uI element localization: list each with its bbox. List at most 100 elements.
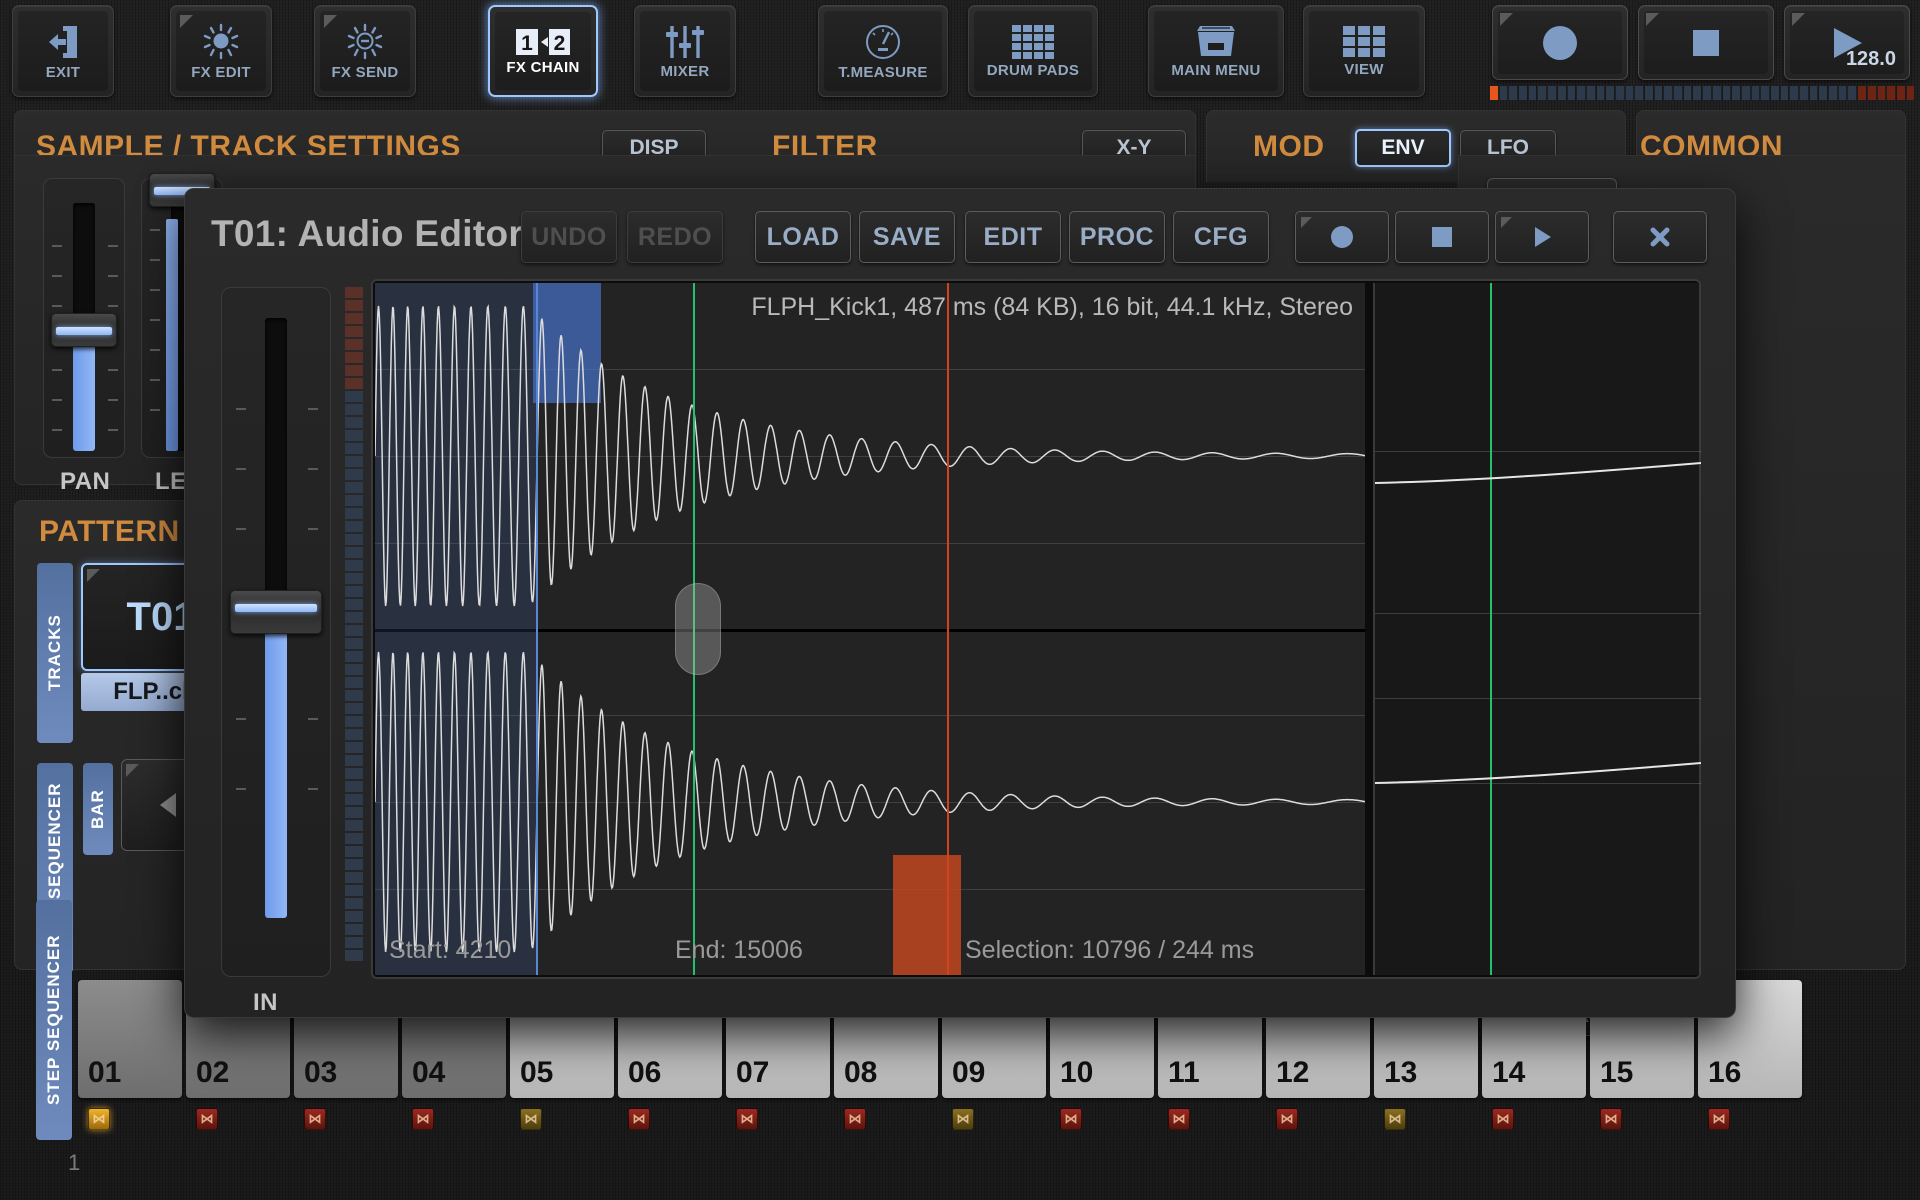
input-meter-cell [345,625,363,636]
step-led[interactable]: ⋈ [952,1108,974,1130]
level-led [1713,86,1721,100]
toolbar-button-mixer[interactable]: MIXER [634,5,736,97]
editor-stop-button[interactable] [1395,211,1489,263]
step-led-glyph: ⋈ [413,1109,433,1129]
corner-indicator-icon [1501,217,1512,228]
toolbar-button-exit[interactable]: EXIT [12,5,114,97]
step-led-glyph: ⋈ [305,1109,325,1129]
editor-proc-button[interactable]: PROC [1069,211,1165,263]
stop-square-icon [1686,23,1726,63]
level-led [1548,86,1556,100]
step-pad-number: 05 [510,1056,553,1098]
step-pad-number: 04 [402,1056,445,1098]
selection-start-text: Start: 4210 [389,936,511,965]
waveform-canvas[interactable]: FLPH_Kick1, 487 ms (84 KB), 16 bit, 44.1… [375,283,1365,975]
level-led [1742,86,1750,100]
start-marker[interactable] [536,283,538,975]
editor-load-button[interactable]: LOAD [755,211,851,263]
level-led [1490,86,1498,100]
toolbar-button-fx-send[interactable]: FX SEND [314,5,416,97]
selection-length-text: Selection: 10796 / 244 ms [965,936,1254,965]
input-meter-cell [345,742,363,753]
input-meter-cell [345,508,363,519]
step-led[interactable]: ⋈ [844,1108,866,1130]
toolbar-button-fx-edit[interactable]: FX EDIT [170,5,272,97]
pattern-title: PATTERN [39,515,180,549]
selection-end-text: End: 15006 [675,936,803,965]
step-led[interactable]: ⋈ [1600,1108,1622,1130]
bar-tab[interactable]: BAR [83,763,113,855]
input-meter-cell [345,482,363,493]
toolbar-label-drum-pads: DRUM PADS [987,62,1079,79]
transport-stop-button[interactable] [1638,5,1774,80]
step-led[interactable]: ⋈ [412,1108,434,1130]
editor-undo-button[interactable]: UNDO [521,211,617,263]
level-led [1858,86,1866,100]
input-meter-cell [345,664,363,675]
input-meter-cell [345,768,363,779]
level-led [1907,86,1915,100]
input-meter-cell [345,716,363,727]
corner-indicator-icon [180,15,193,28]
step-led[interactable]: ⋈ [1168,1108,1190,1130]
step-pad[interactable]: 01 [78,980,182,1098]
level-led [1703,86,1711,100]
toolbar-label-fx-send: FX SEND [331,64,398,81]
step-led[interactable]: ⋈ [196,1108,218,1130]
step-led-glyph: ⋈ [1169,1109,1189,1129]
input-meter-cell [345,339,363,350]
step-led[interactable]: ⋈ [1384,1108,1406,1130]
step-sequencer-side-tab[interactable]: STEP SEQUENCER [36,900,72,1140]
waveform-view[interactable]: FLPH_Kick1, 487 ms (84 KB), 16 bit, 44.1… [371,279,1701,979]
transport-play-button[interactable]: 128.0 [1784,5,1910,80]
toolbar-button-fx-chain[interactable]: 1 2 FX CHAIN [488,5,598,97]
step-led-glyph: ⋈ [1061,1109,1081,1129]
level-led [1674,86,1682,100]
input-meter-cell [345,300,363,311]
input-meter-cell [345,703,363,714]
toolbar-button-view[interactable]: VIEW [1303,5,1425,97]
pan-fader-knob[interactable] [51,313,117,347]
level-led [1790,86,1798,100]
transport-record-button[interactable] [1492,5,1628,80]
waveform-drag-handle[interactable] [675,583,721,675]
toolbar-button-main-menu[interactable]: MAIN MENU [1148,5,1284,97]
editor-record-button[interactable] [1295,211,1389,263]
step-led[interactable]: ⋈ [628,1108,650,1130]
step-led[interactable]: ⋈ [520,1108,542,1130]
step-led-glyph: ⋈ [197,1109,217,1129]
input-meter-cell [345,586,363,597]
step-led[interactable]: ⋈ [1708,1108,1730,1130]
input-meter-cell [345,911,363,922]
level-led [1577,86,1585,100]
editor-edit-button[interactable]: EDIT [965,211,1061,263]
editor-redo-button[interactable]: REDO [627,211,723,263]
mod-env-button[interactable]: ENV [1355,129,1451,167]
step-led[interactable]: ⋈ [736,1108,758,1130]
editor-cfg-button[interactable]: CFG [1173,211,1269,263]
editor-play-button[interactable] [1495,211,1589,263]
step-led-glyph: ⋈ [1385,1109,1405,1129]
toolbar-button-drum-pads[interactable]: DRUM PADS [968,5,1098,97]
toolbar-button-t-measure[interactable]: T.MEASURE [818,5,948,97]
editor-close-button[interactable] [1613,211,1707,263]
step-pad-number: 12 [1266,1056,1309,1098]
step-pad-number: 13 [1374,1056,1417,1098]
step-led[interactable]: ⋈ [1276,1108,1298,1130]
step-pad-number: 10 [1050,1056,1093,1098]
step-led-glyph: ⋈ [1493,1109,1513,1129]
step-led[interactable]: ⋈ [1492,1108,1514,1130]
envelope-view[interactable] [1373,283,1699,975]
tracks-tab[interactable]: TRACKS [37,563,73,743]
in-fader-knob[interactable] [230,590,322,634]
step-led[interactable]: ⋈ [1060,1108,1082,1130]
editor-save-button[interactable]: SAVE [859,211,955,263]
input-meter-cell [345,807,363,818]
step-pad-number: 16 [1698,1056,1741,1098]
input-meter-cell [345,391,363,402]
step-led[interactable]: ⋈ [88,1108,110,1130]
input-meter-cell [345,404,363,415]
step-led[interactable]: ⋈ [304,1108,326,1130]
end-marker[interactable] [947,283,949,975]
step-pad-number: 03 [294,1056,337,1098]
